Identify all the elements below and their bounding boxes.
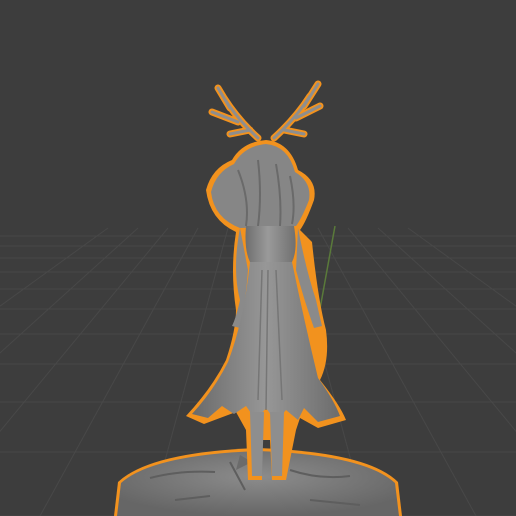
3d-viewport[interactable] (0, 0, 516, 516)
viewport-canvas[interactable] (0, 0, 516, 516)
selected-figurine[interactable] (186, 80, 346, 480)
